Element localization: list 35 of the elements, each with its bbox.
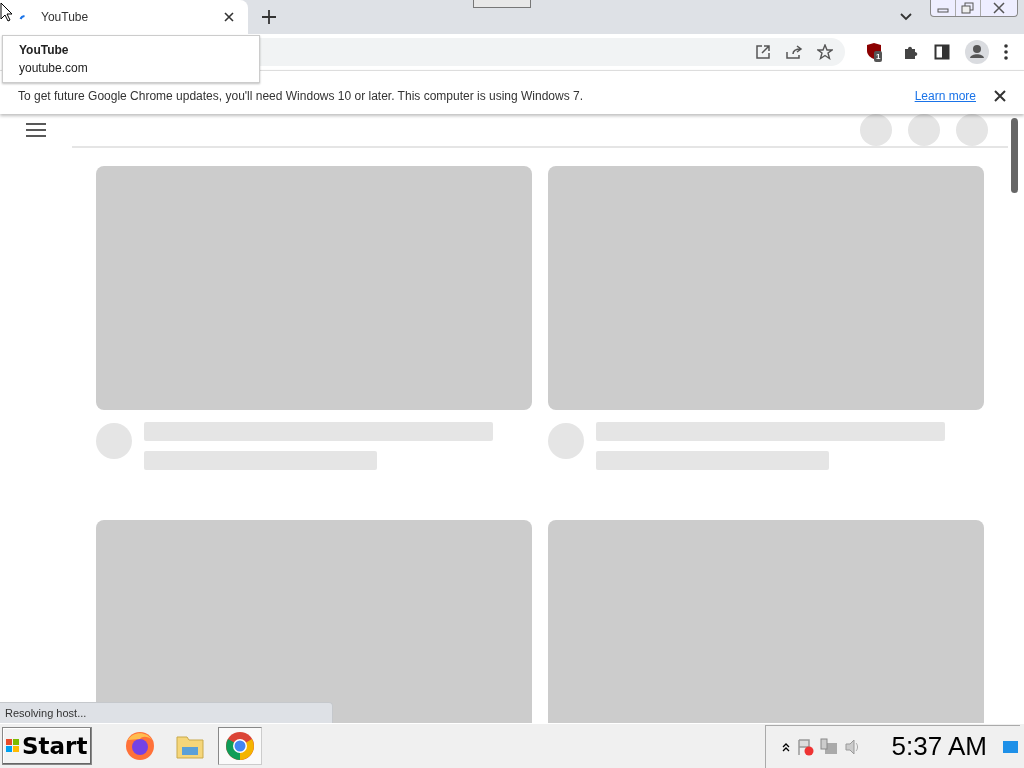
flag-icon[interactable]	[795, 737, 814, 756]
tab-title: YouTube	[41, 10, 90, 24]
mouse-cursor-icon	[0, 2, 12, 22]
external-link-icon[interactable]	[755, 44, 771, 60]
close-icon[interactable]	[994, 89, 1006, 102]
menu-icon[interactable]	[26, 123, 46, 137]
new-tab-icon[interactable]	[262, 10, 276, 24]
learn-more-link[interactable]: Learn more	[914, 88, 976, 103]
share-icon[interactable]	[785, 44, 803, 60]
chevron-up-icon[interactable]	[781, 741, 790, 752]
clock[interactable]: 5:37 AM	[891, 731, 987, 762]
windows-logo-icon	[6, 739, 20, 753]
show-desktop-button[interactable]	[1003, 740, 1018, 753]
infobar-message: To get future Google Chrome updates, you'll need Windows 10 or later. This computer is using Windows 7.	[18, 88, 584, 103]
chrome-icon	[224, 730, 257, 762]
side-panel-icon[interactable]	[934, 44, 950, 60]
browser-tab[interactable]: YouTube	[0, 0, 248, 34]
taskbar-button[interactable]	[218, 727, 263, 765]
tooltip-domain: youtube.com	[19, 61, 89, 75]
status-bubble: Resolving host...	[0, 702, 333, 723]
avatar-placeholder	[548, 423, 584, 459]
puzzle-icon[interactable]	[903, 44, 919, 60]
loading-icon	[19, 14, 25, 20]
profile-avatar-icon[interactable]	[965, 40, 989, 64]
close-icon[interactable]	[224, 12, 234, 22]
badge-count: 1	[874, 51, 883, 62]
drag-handle[interactable]	[473, 0, 531, 8]
star-icon[interactable]	[817, 44, 833, 60]
firefox-icon	[124, 730, 157, 762]
avatar-placeholder	[96, 423, 132, 459]
tooltip-title: YouTube	[19, 43, 70, 57]
start-button[interactable]: Start	[2, 727, 93, 765]
menu-icon[interactable]	[1004, 44, 1008, 60]
chevron-down-icon[interactable]	[900, 13, 912, 21]
scrollbar-thumb[interactable]	[1011, 118, 1018, 193]
